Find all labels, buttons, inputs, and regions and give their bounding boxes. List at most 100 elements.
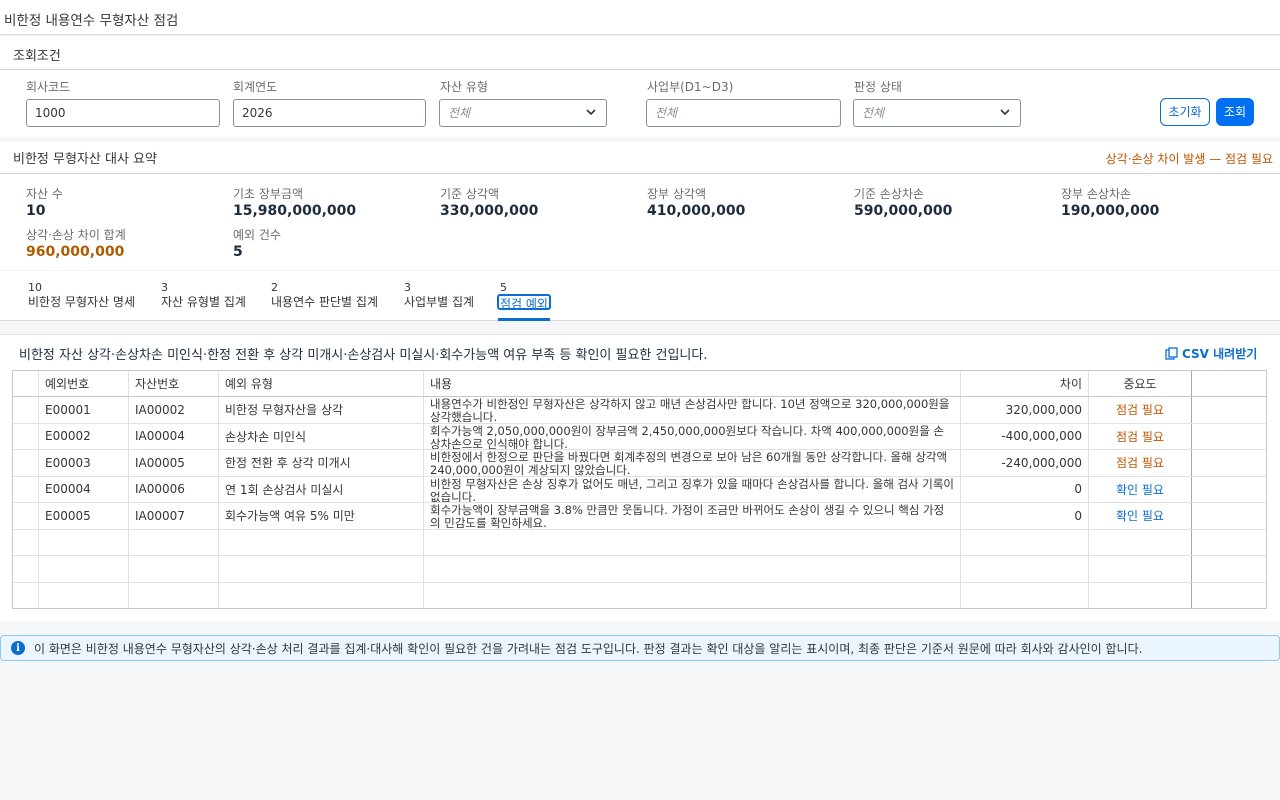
row-selector[interactable] [13, 450, 39, 476]
empty-cell [13, 582, 39, 608]
tab-by-asset-type[interactable]: 3 자산 유형별 집계 [161, 281, 246, 310]
empty-table-row [13, 529, 1266, 556]
empty-cell [39, 582, 129, 608]
kpi-value: 590,000,000 [854, 203, 953, 219]
empty-cell [39, 556, 129, 582]
row-selector[interactable] [13, 476, 39, 502]
tab-count: 5 [500, 281, 507, 294]
kpi-label: 상각·손상 차이 합계 [26, 228, 126, 242]
exception-id: E00003 [39, 450, 129, 476]
exceptions-table: 예외번호 자산번호 예외 유형 내용 차이 중요도 E00001 IA00002… [12, 370, 1267, 609]
column-header[interactable]: 예외 유형 [219, 371, 424, 396]
column-header[interactable]: 내용 [424, 371, 961, 396]
row-selector[interactable] [13, 397, 39, 423]
empty-table-row [13, 556, 1266, 583]
division-label: 사업부(D1~D3) [647, 80, 734, 94]
kpi-label: 기준 상각액 [440, 187, 500, 201]
fiscal-year-label: 회계연도 [233, 80, 278, 94]
kpi-label: 기준 손상차손 [854, 187, 925, 201]
empty-cell [424, 582, 961, 608]
severity-badge: 점검 필요 [1089, 450, 1192, 476]
tab-label: 비한정 무형자산 명세 [28, 295, 135, 309]
asset-id: IA00007 [129, 503, 219, 529]
tab-by-useful-life[interactable]: 2 내용연수 판단별 집계 [271, 281, 378, 310]
severity-badge: 확인 필요 [1089, 503, 1192, 529]
info-text: 이 화면은 비한정 내용연수 무형자산의 상각·손상 처리 결과를 집계·대사해… [34, 641, 1143, 656]
table-row[interactable]: E00002 IA00004 손상차손 미인식 회수가능액 2,050,000,… [13, 423, 1266, 450]
tab-label: 내용연수 판단별 집계 [271, 295, 378, 309]
tab-count: 2 [271, 281, 278, 294]
kpi-value: 10 [26, 203, 46, 219]
row-selector[interactable] [13, 423, 39, 449]
table-row[interactable]: E00001 IA00002 비한정 무형자산을 상각 내용연수가 비한정인 무… [13, 397, 1266, 424]
exception-content: 회수가능액이 장부금액을 3.8% 만큼만 웃돕니다. 가정이 조금만 바뀌어도… [424, 503, 961, 529]
exception-id: E00001 [39, 397, 129, 423]
exception-id: E00005 [39, 503, 129, 529]
exception-type: 비한정 무형자산을 상각 [219, 397, 424, 423]
difference-amount: 0 [961, 476, 1089, 502]
asset-type-label: 자산 유형 [440, 80, 488, 94]
division-input[interactable]: 전체 [646, 99, 841, 127]
table-row[interactable]: E00005 IA00007 회수가능액 여유 5% 미만 회수가능액이 장부금… [13, 503, 1266, 530]
tab-label: 사업부별 집계 [404, 295, 475, 309]
empty-cell [129, 529, 219, 555]
table-header-row: 예외번호 자산번호 예외 유형 내용 차이 중요도 [13, 371, 1266, 397]
tab-by-division[interactable]: 3 사업부별 집계 [404, 281, 474, 310]
csv-download-icon [1165, 347, 1178, 360]
status-select[interactable]: 전체 [853, 99, 1021, 127]
kpi-label: 장부 손상차손 [1061, 187, 1132, 201]
empty-cell [39, 529, 129, 555]
asset-type-select[interactable]: 전체 [439, 99, 607, 127]
difference-amount: 0 [961, 503, 1089, 529]
column-header[interactable]: 차이 [961, 371, 1089, 396]
tab-exceptions[interactable]: 5 점검 예외 [497, 281, 551, 311]
difference-amount: -400,000,000 [961, 423, 1089, 449]
filter-title: 조회조건 [13, 49, 61, 64]
empty-cell [129, 582, 219, 608]
company-code-input[interactable]: 1000 [26, 99, 220, 127]
difference-amount: -240,000,000 [961, 450, 1089, 476]
status-value: 전체 [862, 106, 885, 120]
exception-content: 회수가능액 2,050,000,000원이 장부금액 2,450,000,000… [424, 423, 961, 449]
filter-divider [0, 69, 1280, 70]
exception-type: 회수가능액 여유 5% 미만 [219, 503, 424, 529]
page-title: 비한정 내용연수 무형자산 점검 [4, 13, 179, 29]
tab-count: 10 [28, 281, 42, 294]
table-row[interactable]: E00003 IA00005 한정 전환 후 상각 미개시 비한정에서 한정으로… [13, 450, 1266, 477]
column-header[interactable]: 예외번호 [39, 371, 129, 396]
exception-id: E00002 [39, 423, 129, 449]
csv-download-button[interactable]: CSV 내려받기 [1165, 345, 1257, 362]
asset-id: IA00006 [129, 476, 219, 502]
exception-content: 비한정에서 한정으로 판단을 바꿨다면 회계추정의 변경으로 보아 남은 60개… [424, 450, 961, 476]
asset-id: IA00005 [129, 450, 219, 476]
row-selector[interactable] [13, 503, 39, 529]
column-header[interactable]: 중요도 [1089, 371, 1192, 396]
reset-button[interactable]: 초기화 [1160, 98, 1210, 126]
difference-amount: 320,000,000 [961, 397, 1089, 423]
severity-badge: 확인 필요 [1089, 476, 1192, 502]
kpi-value: 190,000,000 [1061, 203, 1160, 219]
row-selector-header [13, 371, 39, 396]
active-tab-indicator [498, 318, 550, 321]
asset-id: IA00002 [129, 397, 219, 423]
empty-cell [961, 556, 1089, 582]
kpi-label: 예외 건수 [233, 228, 281, 242]
fiscal-year-input[interactable]: 2026 [233, 99, 426, 127]
kpi-value: 5 [233, 244, 243, 260]
kpi-label: 장부 상각액 [647, 187, 707, 201]
summary-section: 비한정 무형자산 대사 요약 상각·손상 차이 발생 — 점검 필요 자산 수 … [0, 142, 1280, 270]
empty-cell [1089, 582, 1192, 608]
exception-content: 비한정 무형자산은 손상 징후가 없어도 매년, 그리고 징후가 있을 때마다 … [424, 476, 961, 502]
asset-id: IA00004 [129, 423, 219, 449]
tab-bar: 10 비한정 무형자산 명세 3 자산 유형별 집계 2 내용연수 판단별 집계… [0, 271, 1280, 321]
tab-label: 점검 예외 [497, 294, 551, 311]
table-row[interactable]: E00004 IA00006 연 1회 손상검사 미실시 비한정 무형자산은 손… [13, 476, 1266, 503]
empty-table-row [13, 582, 1266, 608]
empty-cell [13, 529, 39, 555]
search-button[interactable]: 조회 [1216, 98, 1254, 126]
column-header[interactable]: 자산번호 [129, 371, 219, 396]
tab-label: 자산 유형별 집계 [161, 295, 246, 309]
exception-id: E00004 [39, 476, 129, 502]
empty-cell [1089, 556, 1192, 582]
tab-asset-list[interactable]: 10 비한정 무형자산 명세 [28, 281, 135, 310]
